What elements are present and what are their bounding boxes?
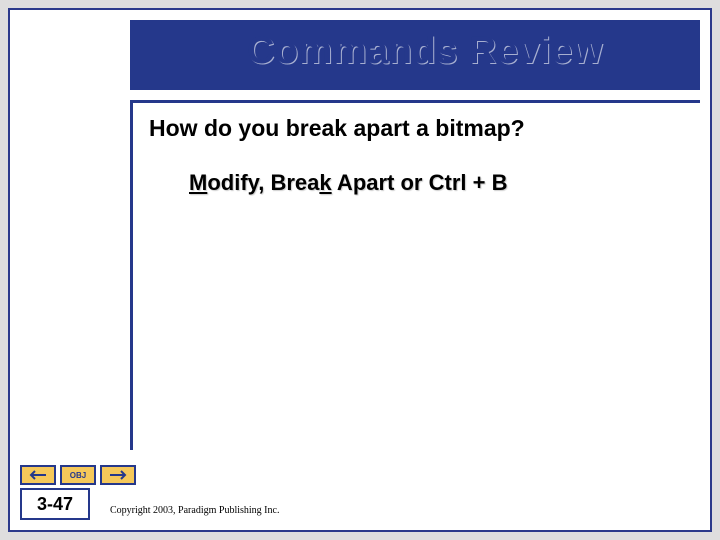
page-number: 3-47: [37, 494, 73, 515]
slide: Commands Review How do you break apart a…: [8, 8, 712, 532]
copyright-text: Copyright 2003, Paradigm Publishing Inc.: [110, 505, 279, 516]
answer-part-2: Apart or Ctrl + B: [332, 170, 508, 195]
slide-title: Commands Review: [160, 30, 690, 73]
arrow-left-icon: [28, 470, 48, 480]
obj-label: OBJ: [70, 471, 86, 480]
obj-button[interactable]: OBJ: [60, 465, 96, 485]
answer-underline-m: M: [189, 170, 207, 195]
prev-button[interactable]: [20, 465, 56, 485]
answer-part-1: odify, Brea: [207, 170, 319, 195]
arrow-right-icon: [108, 470, 128, 480]
answer-text: Modify, Break Apart or Ctrl + B: [189, 170, 684, 196]
body-panel: How do you break apart a bitmap? Modify,…: [130, 100, 700, 450]
question-text: How do you break apart a bitmap?: [149, 115, 684, 142]
page-number-box: 3-47: [20, 488, 90, 520]
answer-underline-k: k: [319, 170, 331, 195]
nav-controls: OBJ: [20, 465, 136, 485]
next-button[interactable]: [100, 465, 136, 485]
